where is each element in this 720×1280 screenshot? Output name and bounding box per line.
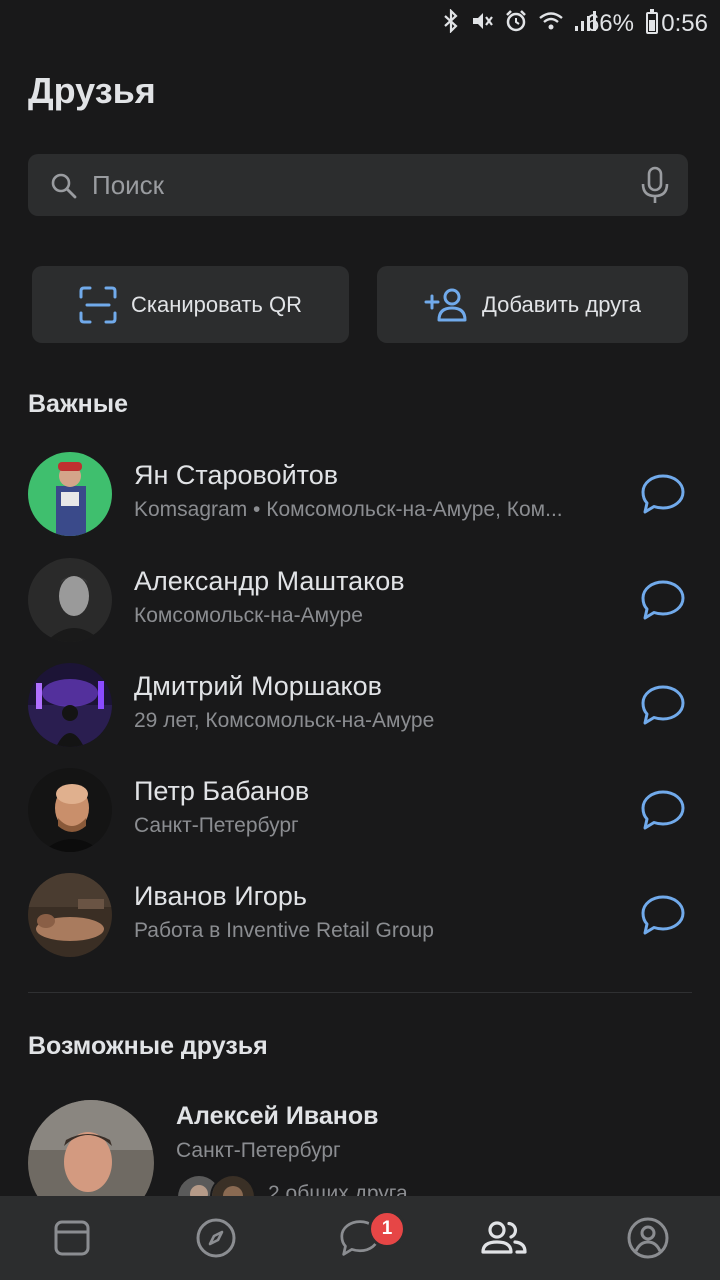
friends-icon: [481, 1221, 527, 1254]
suggestions-section-title: Возможные друзья: [28, 1032, 268, 1060]
status-icons: [442, 9, 596, 33]
friend-row[interactable]: Александр Маштаков Комсомольск-на-Амуре: [0, 558, 720, 662]
search-icon: [51, 173, 77, 199]
message-icon[interactable]: [640, 578, 686, 622]
friend-name: Александр Маштаков: [134, 566, 405, 596]
avatar[interactable]: [28, 452, 112, 536]
friend-row[interactable]: Иванов Игорь Работа в Inventive Retail G…: [0, 873, 720, 977]
microphone-icon[interactable]: [640, 166, 670, 204]
friend-subtitle: Комсомольск-на-Амуре: [134, 604, 363, 627]
friend-row[interactable]: Петр Бабанов Санкт-Петербург: [0, 768, 720, 872]
qr-scan-icon: [79, 286, 117, 323]
tab-explore[interactable]: [190, 1212, 242, 1264]
friend-name: Петр Бабанов: [134, 776, 310, 806]
friend-subtitle: Komsagram • Комсомольск-на-Амуре, Ком...: [134, 498, 563, 521]
status-bar: 66% 0:56: [0, 0, 720, 46]
search-input[interactable]: [92, 154, 612, 216]
friend-row[interactable]: Ян Старовойтов Komsagram • Комсомольск-н…: [0, 452, 720, 556]
avatar[interactable]: [28, 558, 112, 642]
page-title: Друзья: [28, 70, 156, 111]
scan-qr-button[interactable]: Сканировать QR: [32, 266, 349, 343]
explore-icon: [196, 1218, 236, 1258]
important-section-title: Важные: [28, 390, 129, 418]
friend-row[interactable]: Дмитрий Моршаков 29 лет, Комсомольск-на-…: [0, 663, 720, 767]
scan-qr-label: Сканировать QR: [131, 291, 302, 317]
tab-news[interactable]: [46, 1212, 98, 1264]
wifi-icon: [539, 12, 563, 30]
avatar[interactable]: [28, 873, 112, 957]
friend-subtitle: Санкт-Петербург: [134, 814, 299, 837]
friend-name: Ян Старовойтов: [134, 460, 339, 490]
clock: 0:56: [661, 10, 708, 37]
friend-subtitle: Работа в Inventive Retail Group: [134, 919, 434, 942]
avatar[interactable]: [28, 768, 112, 852]
add-friend-label: Добавить друга: [482, 291, 641, 317]
tab-profile[interactable]: [622, 1212, 674, 1264]
add-friend-button[interactable]: Добавить друга: [377, 266, 688, 343]
message-icon[interactable]: [640, 788, 686, 832]
mute-icon: [473, 13, 493, 29]
section-divider: [28, 992, 692, 993]
avatar[interactable]: [28, 663, 112, 747]
search-bar[interactable]: [28, 154, 688, 216]
profile-icon: [627, 1217, 669, 1259]
friend-name: Иванов Игорь: [134, 881, 307, 911]
suggested-friend-name: Алексей Иванов: [176, 1102, 379, 1130]
battery-icon: [646, 9, 658, 34]
friend-subtitle: 29 лет, Комсомольск-на-Амуре: [134, 709, 435, 732]
messages-badge: 1: [368, 1210, 406, 1248]
message-icon[interactable]: [640, 893, 686, 937]
friend-name: Дмитрий Моршаков: [134, 671, 382, 701]
message-icon[interactable]: [640, 472, 686, 516]
bottom-tab-bar: [0, 1196, 720, 1280]
alarm-icon: [506, 10, 526, 32]
news-icon: [54, 1220, 90, 1256]
suggested-friend-city: Санкт-Петербург: [176, 1139, 341, 1162]
add-user-icon: [424, 288, 467, 321]
tab-friends[interactable]: [478, 1212, 530, 1264]
message-icon[interactable]: [640, 683, 686, 727]
bluetooth-icon: [444, 9, 458, 33]
battery-percent: 66%: [585, 10, 634, 37]
